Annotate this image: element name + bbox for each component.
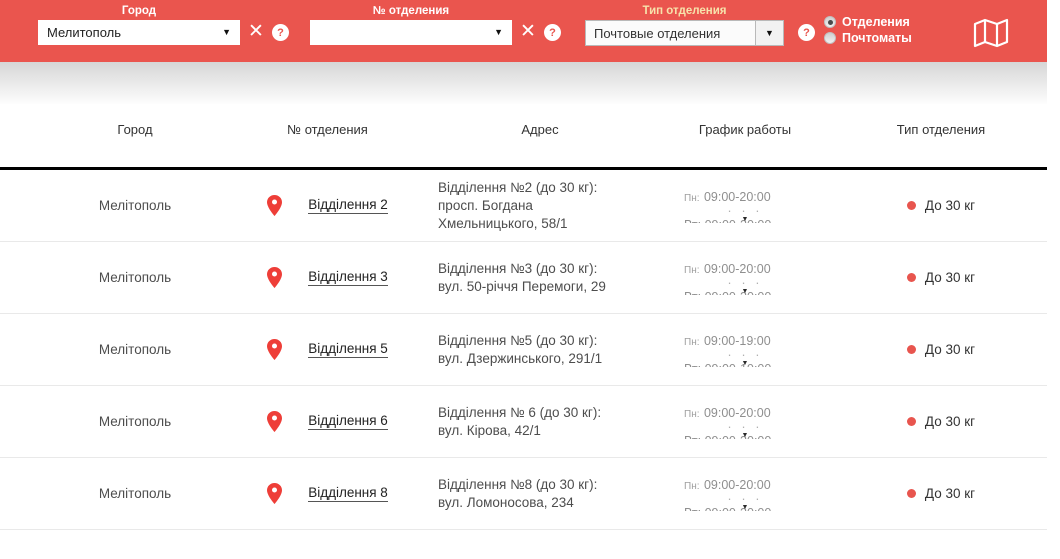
branch-number-filter-label: № отделения [310,5,512,17]
chevron-down-icon: ▼ [222,28,231,37]
schedule-cell: Пн: 09:00-19:00 · · · Вт: 09:00-19:00 ▼ [655,332,835,367]
schedule-clipped-line: Вт: 09:00-20:00 ▼ [684,432,806,439]
map-pin-icon[interactable] [267,411,282,432]
branch-number-select[interactable]: ▼ [310,20,512,45]
city-select-value: Мелитополь [47,25,121,40]
address-cell: Відділення №3 (до 30 кг): вул. 50-річчя … [425,260,625,296]
radio-selected-icon [824,16,836,28]
map-pin-icon[interactable] [267,195,282,216]
schedule-widget[interactable]: Пн: 09:00-20:00 · · · Вт: 09:00-20:00 ▼ [684,260,806,295]
address-cell: Відділення № 6 (до 30 кг): вул. Кірова, … [425,404,625,440]
schedule-ellipsis: · · · [684,422,806,432]
expand-schedule-icon[interactable]: ▼ [742,504,749,511]
radio-unselected-icon [824,32,836,44]
map-icon [972,17,1010,49]
type-cell: До 30 кг [835,198,1047,213]
schedule-cell: Пн: 09:00-20:00 · · · Вт: 09:00-20:00 ▼ [655,260,835,295]
address-cell: Відділення №8 (до 30 кг): вул. Ломоносов… [425,476,625,512]
address-cell: Відділення №5 (до 30 кг): вул. Дзержинсь… [425,332,625,368]
schedule-ellipsis: · · · [684,350,806,360]
schedule-cell: Пн: 09:00-20:00 · · · Вт: 09:00-20:00 ▼ [655,188,835,223]
type-cell: До 30 кг [835,270,1047,285]
schedule-cell: Пн: 09:00-20:00 · · · Вт: 09:00-20:00 ▼ [655,404,835,439]
type-cell: До 30 кг [835,486,1047,501]
type-cell: До 30 кг [835,414,1047,429]
schedule-ellipsis: · · · [684,278,806,288]
expand-schedule-icon[interactable]: ▼ [742,288,749,295]
column-header-city: Город [0,122,230,137]
branch-cell: Відділення 5 [230,339,425,360]
branch-type-select[interactable]: Почтовые отделения ▼ [585,20,784,46]
clear-branch-number-icon[interactable]: ✕ [518,21,538,43]
schedule-cell: Пн: 09:00-20:00 · · · Вт: 09:00-20:00 ▼ [655,476,835,511]
branch-cell: Відділення 2 [230,195,425,216]
filter-bar: Город Мелитополь ▼ ✕ ? № отделения ▼ ✕ ?… [0,0,1047,62]
type-cell: До 30 кг [835,342,1047,357]
branch-type-filter-label: Тип отделения [585,5,784,17]
column-header-schedule: График работы [655,122,835,137]
city-select[interactable]: Мелитополь ▼ [38,20,240,45]
city-cell: Мелітополь [0,414,230,429]
branch-link[interactable]: Відділення 3 [308,269,388,286]
type-dot-icon [907,345,916,354]
schedule-clipped-line: Вт: 09:00-20:00 ▼ [684,216,806,223]
schedule-widget[interactable]: Пн: 09:00-20:00 · · · Вт: 09:00-20:00 ▼ [684,476,806,511]
schedule-ellipsis: · · · [684,206,806,216]
table-row: Мелітополь Відділення 3 Відділення №3 (д… [0,242,1047,314]
branch-cell: Відділення 3 [230,267,425,288]
page: Город Мелитополь ▼ ✕ ? № отделения ▼ ✕ ?… [0,0,1047,559]
expand-schedule-icon[interactable]: ▼ [742,216,749,223]
branch-link[interactable]: Відділення 6 [308,413,388,430]
column-header-branch-number: № отделения [230,122,425,137]
branch-type-arrow-button[interactable]: ▼ [755,21,783,45]
address-cell: Відділення №2 (до 30 кг): просп. Богдана… [425,179,625,233]
view-mode-radio-group: Отделения Почтоматы [824,14,912,46]
table-header: Город № отделения Адрес График работы Ти… [0,104,1047,170]
map-pin-icon[interactable] [267,483,282,504]
branch-link[interactable]: Відділення 5 [308,341,388,358]
table-row: Мелітополь Відділення 8 Відділення №8 (д… [0,458,1047,530]
schedule-widget[interactable]: Пн: 09:00-20:00 · · · Вт: 09:00-20:00 ▼ [684,188,806,223]
city-cell: Мелітополь [0,486,230,501]
schedule-clipped-line: Вт: 09:00-20:00 ▼ [684,504,806,511]
expand-schedule-icon[interactable]: ▼ [742,360,749,367]
table-body: Мелітополь Відділення 2 Відділення №2 (д… [0,170,1047,530]
clear-city-icon[interactable]: ✕ [246,21,266,43]
schedule-clipped-line: Вт: 09:00-19:00 ▼ [684,360,806,367]
city-cell: Мелітополь [0,198,230,213]
branch-number-help-icon[interactable]: ? [544,24,561,41]
column-header-address: Адрес [425,122,655,137]
type-dot-icon [907,417,916,426]
schedule-widget[interactable]: Пн: 09:00-20:00 · · · Вт: 09:00-20:00 ▼ [684,404,806,439]
city-help-icon[interactable]: ? [272,24,289,41]
header-gradient [0,62,1047,104]
schedule-ellipsis: · · · [684,494,806,504]
schedule-clipped-line: Вт: 09:00-20:00 ▼ [684,288,806,295]
map-pin-icon[interactable] [267,267,282,288]
branch-cell: Відділення 6 [230,411,425,432]
radio-branches[interactable]: Отделения [824,14,912,30]
branch-link[interactable]: Відділення 2 [308,197,388,214]
branch-link[interactable]: Відділення 8 [308,485,388,502]
branch-cell: Відділення 8 [230,483,425,504]
chevron-down-icon: ▼ [494,28,503,37]
map-pin-icon[interactable] [267,339,282,360]
expand-schedule-icon[interactable]: ▼ [742,432,749,439]
type-dot-icon [907,201,916,210]
chevron-down-icon: ▼ [765,29,774,38]
city-cell: Мелітополь [0,270,230,285]
schedule-widget[interactable]: Пн: 09:00-19:00 · · · Вт: 09:00-19:00 ▼ [684,332,806,367]
radio-parcel-lockers[interactable]: Почтоматы [824,30,912,46]
branch-type-select-value: Почтовые отделения [586,21,755,45]
branch-type-help-icon[interactable]: ? [798,24,815,41]
type-dot-icon [907,489,916,498]
table-row: Мелітополь Відділення 6 Відділення № 6 (… [0,386,1047,458]
column-header-branch-type: Тип отделения [835,122,1047,137]
city-cell: Мелітополь [0,342,230,357]
city-filter-label: Город [38,5,240,17]
table-row: Мелітополь Відділення 5 Відділення №5 (д… [0,314,1047,386]
type-dot-icon [907,273,916,282]
map-view-button[interactable] [972,17,1010,54]
table-row: Мелітополь Відділення 2 Відділення №2 (д… [0,170,1047,242]
